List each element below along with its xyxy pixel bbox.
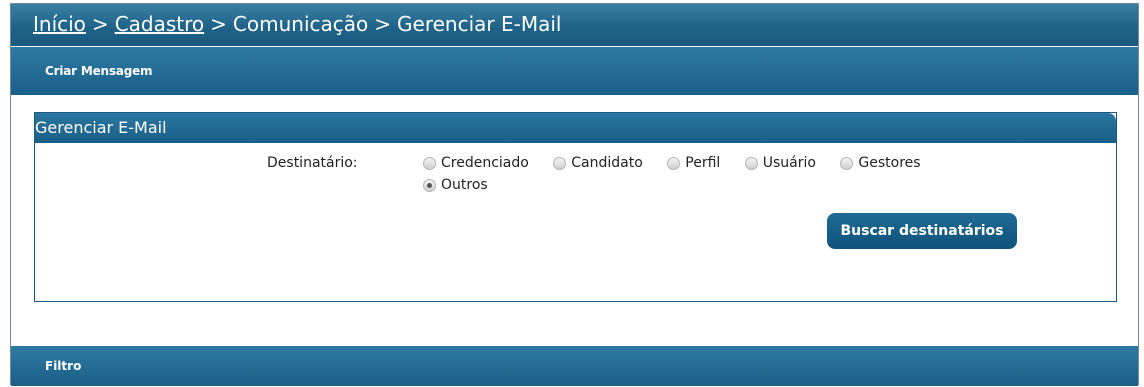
radio-gestores[interactable]: Gestores <box>840 155 921 171</box>
breadcrumb-separator: > <box>210 12 227 36</box>
radio-credenciado[interactable]: Credenciado <box>423 155 529 171</box>
breadcrumb-cadastro-link[interactable]: Cadastro <box>115 12 204 36</box>
breadcrumb: Início > Cadastro > Comunicação > Gerenciar E-… <box>11 4 1138 46</box>
criar-mensagem-bar[interactable]: Criar Mensagem <box>11 47 1138 95</box>
radio-circle-icon[interactable] <box>840 156 854 170</box>
radio-usuario[interactable]: Usuário <box>744 155 816 171</box>
radio-circle-icon[interactable] <box>744 156 758 170</box>
criar-mensagem-label[interactable]: Criar Mensagem <box>45 64 153 78</box>
page-frame: Início > Cadastro > Comunicação > Gerenciar E-… <box>10 3 1139 386</box>
radio-circle-icon[interactable] <box>667 156 681 170</box>
breadcrumb-separator: > <box>91 12 109 36</box>
radio-outros[interactable]: Outros <box>423 177 488 193</box>
buscar-destinatarios-button[interactable]: Buscar destinatários <box>827 213 1017 249</box>
filtro-bar[interactable]: Filtro <box>11 346 1138 386</box>
breadcrumb-current: Gerenciar E-Mail <box>397 12 562 36</box>
gerenciar-email-panel: Gerenciar E-Mail Destinatário: Credencia… <box>34 112 1117 302</box>
panel-title: Gerenciar E-Mail <box>35 113 1116 143</box>
breadcrumb-comunicacao: Comunicação <box>232 12 369 36</box>
radio-circle-icon[interactable] <box>553 156 567 170</box>
breadcrumb-home-link[interactable]: Início <box>33 12 86 36</box>
radio-label: Credenciado <box>441 155 529 171</box>
radio-candidato[interactable]: Candidato <box>553 155 643 171</box>
radio-circle-icon[interactable] <box>423 156 436 170</box>
recipient-radio-group: Credenciado Candidato Perfil Usuário Ges… <box>423 155 1043 199</box>
radio-label: Gestores <box>858 155 921 171</box>
radio-label: Candidato <box>571 155 643 171</box>
radio-perfil[interactable]: Perfil <box>667 155 720 171</box>
filtro-label[interactable]: Filtro <box>45 359 81 373</box>
breadcrumb-separator: > <box>374 12 392 36</box>
radio-label: Perfil <box>685 155 721 171</box>
recipient-label: Destinatário: <box>267 155 358 171</box>
radio-label: Outros <box>441 177 488 193</box>
radio-circle-checked-icon[interactable] <box>423 178 436 192</box>
radio-label: Usuário <box>762 155 816 171</box>
